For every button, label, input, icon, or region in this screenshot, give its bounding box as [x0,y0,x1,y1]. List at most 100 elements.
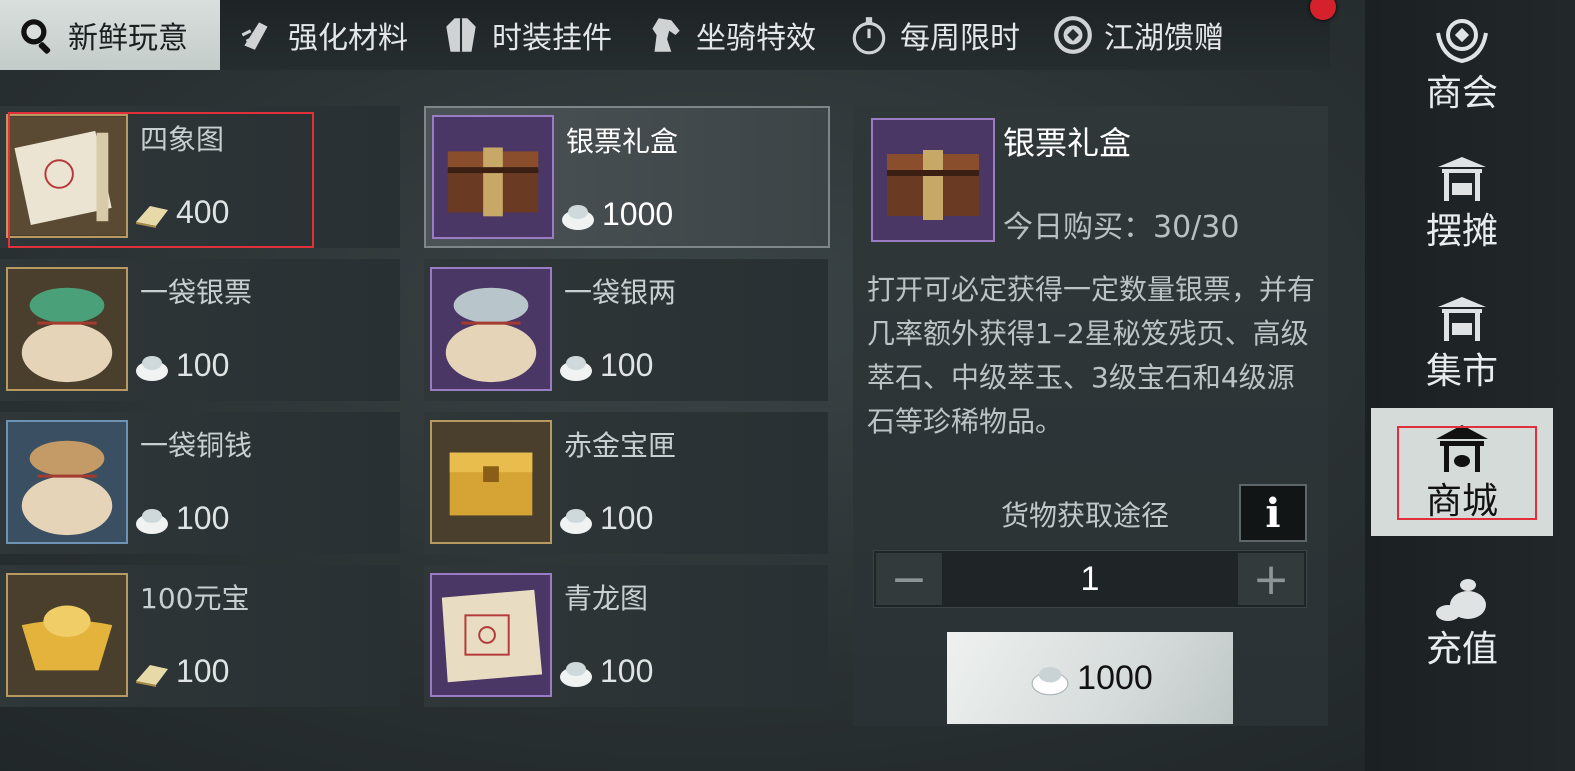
parchment-map-icon [441,589,543,683]
tab-jianghu-gifts[interactable]: 江湖馈赠 [1036,0,1240,70]
item-card-red-gold-casket[interactable]: 赤金宝匣 100 [424,412,828,554]
item-thumbnail [6,114,128,238]
item-card-silver-note-giftbox[interactable]: 银票礼盒 1000 [424,106,830,248]
item-name: 银票礼盒 [566,125,679,158]
tab-weekly-limited[interactable]: 每周限时 [832,0,1036,70]
info-button[interactable]: i [1239,484,1307,542]
market-icon [1438,297,1486,341]
mall-icon [1436,425,1488,472]
nav-label: 商会 [1425,73,1498,114]
item-card-bag-of-notes[interactable]: 一袋银票 100 [0,259,400,401]
item-description: 打开可必定获得一定数量银票，并有几率额外获得1–2星秘笈残页、高级萃石、中级萃玉… [867,273,1316,438]
gold-ingot-icon [136,664,168,687]
money-bag-icon [1436,579,1486,621]
price-value: 100 [600,653,654,689]
daily-purchase-limit: 今日购买：30/30 [1003,210,1240,245]
silver-ingot-icon [560,355,592,381]
treasure-chest-icon [447,147,539,217]
silver-ingot-icon [1031,666,1069,696]
item-name: 一袋银两 [564,276,677,309]
treasure-chest-icon [887,150,979,220]
tab-mount-effects[interactable]: 坐骑特效 [628,0,832,70]
side-navigation: 商会 摆摊 集市 商城 充值 [1365,0,1575,771]
tab-label: 强化材料 [288,21,408,56]
nav-label: 集市 [1425,351,1498,392]
buy-price: 1000 [1077,658,1153,697]
item-name: 四象图 [140,123,225,156]
nav-label: 商城 [1425,481,1498,522]
item-card-sixiang-map[interactable]: 四象图 400 [0,106,400,248]
tab-label: 时装挂件 [492,21,612,56]
stopwatch-icon [852,17,886,55]
price-value: 100 [176,347,230,383]
magnifier-icon [21,19,51,54]
stall-icon [1438,157,1486,201]
item-price: 100 [132,500,229,537]
gold-yuanbao-icon [8,576,126,694]
quantity-value[interactable]: 1 [944,551,1236,607]
silver-ingot-icon [136,508,168,534]
item-thumbnail [430,420,552,544]
item-thumbnail [430,573,552,697]
price-value: 1000 [602,196,674,232]
price-value: 100 [176,500,230,536]
guild-emblem-icon [1436,19,1488,64]
money-bag-silver-icon [445,287,537,383]
item-name: 一袋银票 [140,276,253,309]
gold-chest-icon [432,423,550,541]
buy-button[interactable]: 1000 [947,632,1233,724]
nav-recharge[interactable]: 充值 [1371,556,1553,684]
item-thumbnail [6,267,128,391]
item-name: 青龙图 [564,582,649,615]
tab-fashion[interactable]: 时装挂件 [424,0,628,70]
tab-label: 坐骑特效 [696,21,816,56]
item-card-100-yuanbao[interactable]: 100元宝 100 [0,565,400,707]
item-card-azure-dragon-map[interactable]: 青龙图 100 [424,565,828,707]
material-icon [241,22,268,50]
nav-guild[interactable]: 商会 [1371,0,1553,128]
decrease-quantity-button[interactable]: − [876,553,942,605]
tab-label: 每周限时 [900,21,1020,56]
tab-new-items[interactable]: 新鲜玩意 [0,0,220,70]
acquisition-source-link[interactable]: 货物获取途径 [1001,494,1169,534]
item-name: 一袋铜钱 [140,429,253,462]
item-price: 1000 [558,196,673,233]
silver-ingot-icon [560,508,592,534]
nav-label: 充值 [1425,629,1498,670]
nav-stall[interactable]: 摆摊 [1371,138,1553,266]
item-thumbnail [6,573,128,697]
tab-enhance-materials[interactable]: 强化材料 [220,0,424,70]
nav-label: 摆摊 [1425,211,1498,252]
item-thumbnail [6,420,128,544]
silver-ingot-icon [136,355,168,381]
item-thumbnail [432,115,554,239]
nav-mall[interactable]: 商城 [1371,408,1553,536]
price-value: 100 [600,347,654,383]
item-name: 赤金宝匣 [564,429,677,462]
robe-icon [446,18,476,52]
tab-label: 新鲜玩意 [68,21,188,56]
item-card-bag-of-copper[interactable]: 一袋铜钱 100 [0,412,400,554]
silver-ingot-icon [560,661,592,687]
item-price: 100 [556,347,653,384]
category-tab-bar: 新鲜玩意 强化材料 时装挂件 坐骑特效 每周限时 江湖馈赠 [0,0,1330,70]
money-bag-copper-icon [21,440,113,536]
price-value: 100 [176,653,230,689]
item-detail-panel: 银票礼盒 今日购买：30/30 打开可必定获得一定数量银票，并有几率额外获得1–… [853,106,1328,726]
item-name: 100元宝 [140,582,250,615]
item-price: 100 [132,347,229,384]
quantity-stepper: − 1 + [873,550,1307,608]
nav-market[interactable]: 集市 [1371,278,1553,406]
tab-label: 江湖馈赠 [1104,21,1224,56]
item-price: 100 [556,653,653,690]
horse-icon [652,18,680,52]
item-price: 400 [132,194,229,231]
increase-quantity-button[interactable]: + [1238,553,1304,605]
price-value: 100 [600,500,654,536]
gold-ingot-icon [136,205,168,228]
price-value: 400 [176,194,230,230]
coin-icon [1054,16,1092,54]
scroll-map-icon [8,117,126,235]
silver-ingot-icon [562,204,594,230]
item-card-bag-of-silver[interactable]: 一袋银两 100 [424,259,828,401]
